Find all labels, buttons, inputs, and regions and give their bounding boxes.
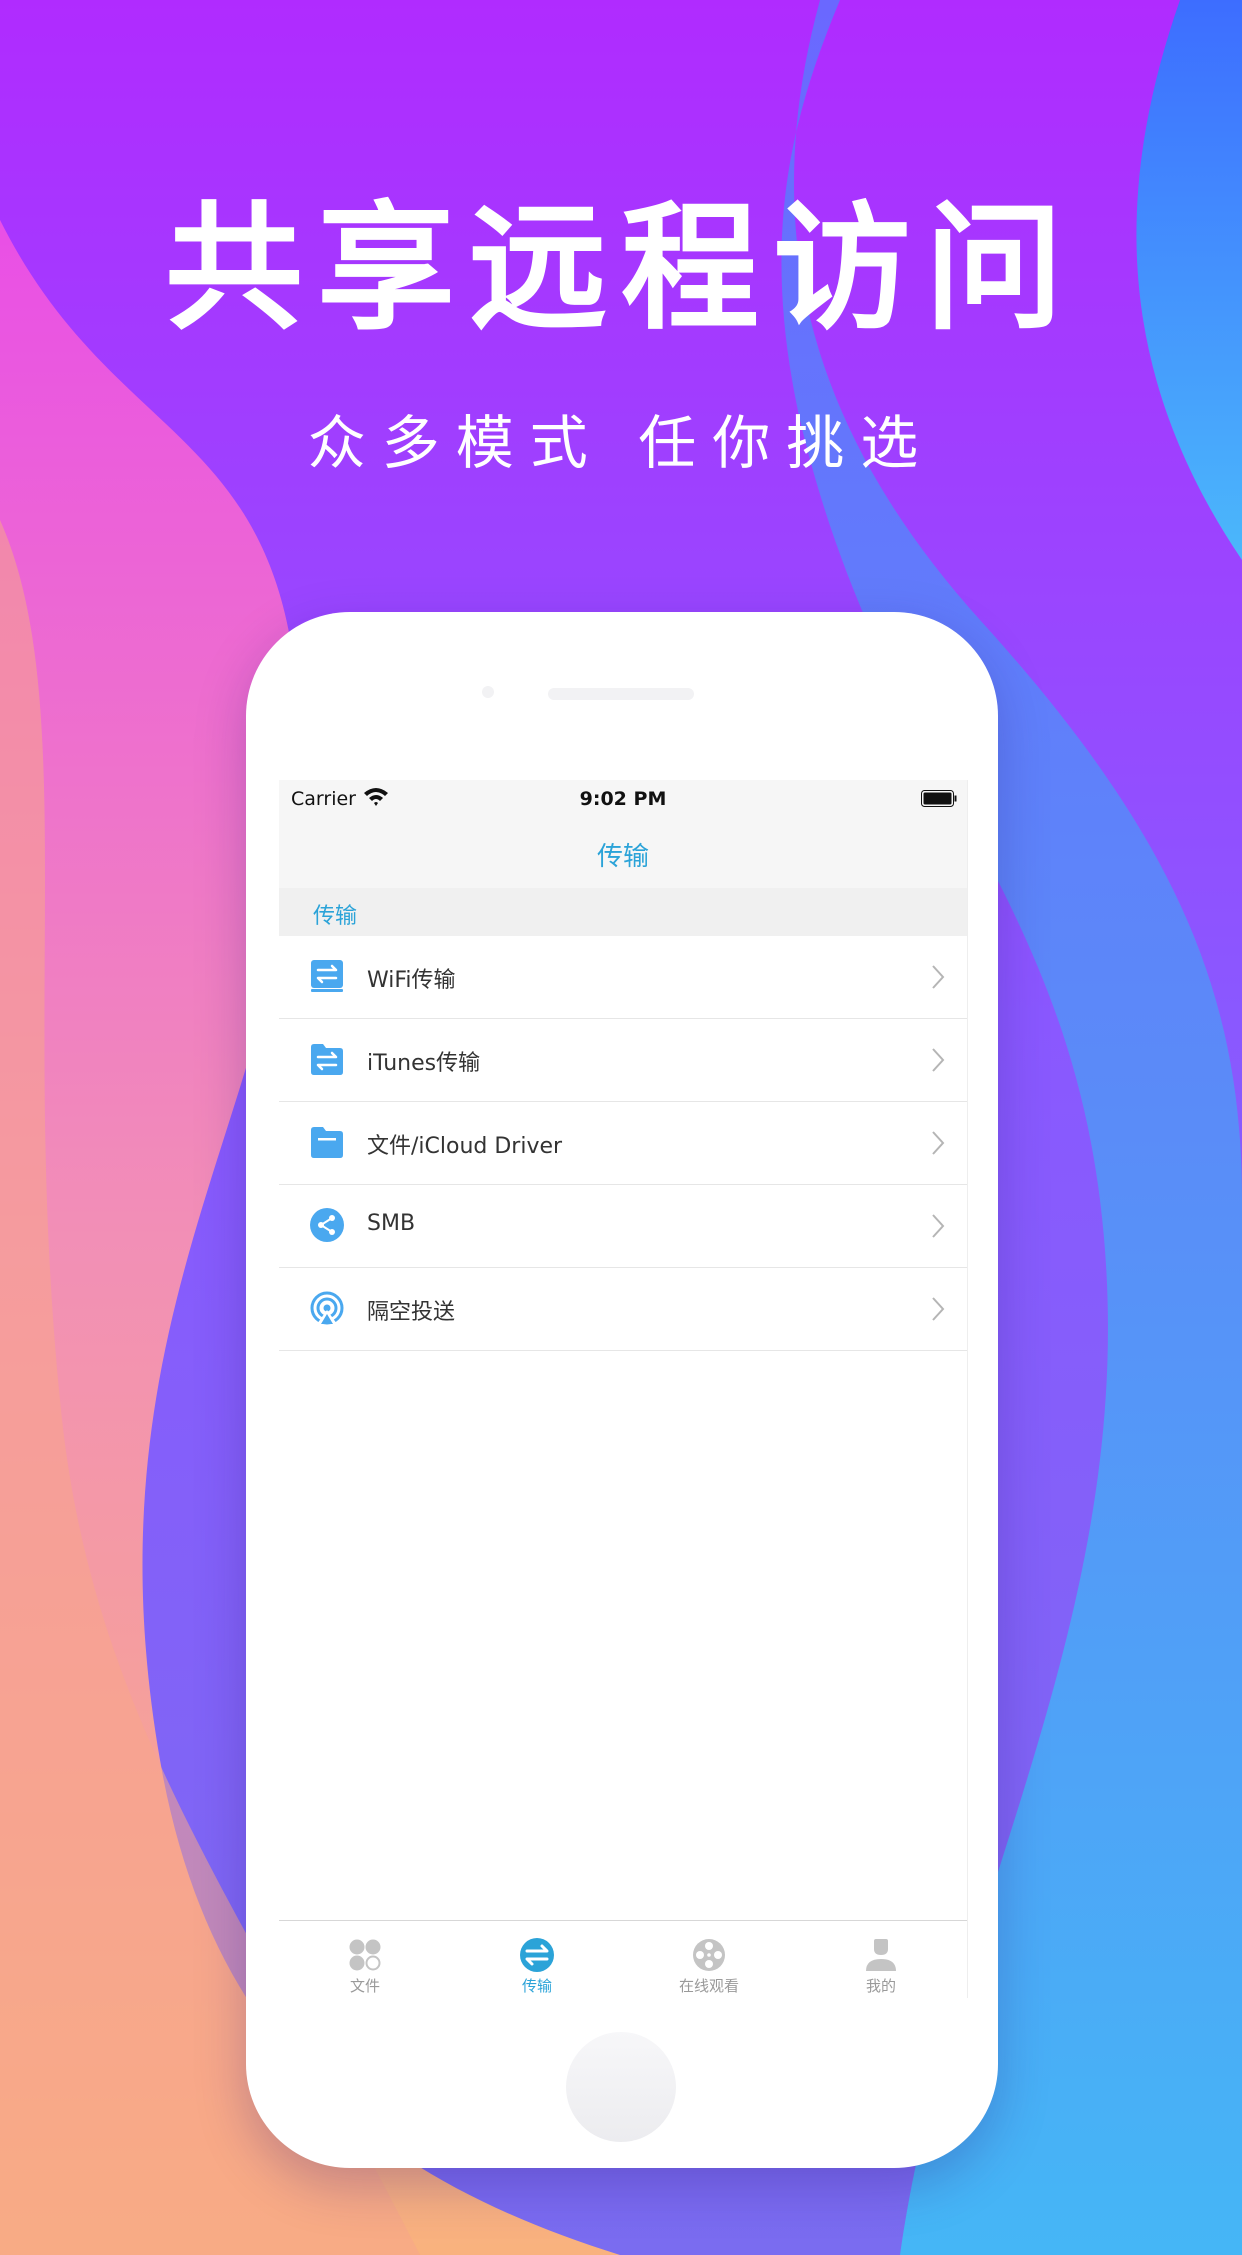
share-icon — [310, 1208, 344, 1242]
chevron-right-icon — [932, 1131, 945, 1155]
files-icon — [349, 1939, 381, 1971]
nav-title: 传输 — [596, 842, 649, 872]
list-item-label: SMB — [367, 1211, 416, 1236]
section-header: 传输 — [279, 888, 967, 936]
headline: 共享远程访问 — [164, 188, 1077, 349]
tab-transfer[interactable]: 传输 — [451, 1921, 623, 1998]
list-item-smb[interactable]: SMB — [279, 1185, 967, 1268]
chevron-right-icon — [932, 1297, 945, 1321]
status-bar: Carrier 9:02 PM — [279, 780, 967, 816]
chevron-right-icon — [932, 1048, 945, 1072]
list-item-label: WiFi传输 — [367, 968, 456, 993]
list-item-label: 隔空投送 — [367, 1300, 456, 1325]
earpiece-speaker — [548, 688, 694, 700]
clock-time: 9:02 PM — [579, 788, 667, 810]
section-header-label: 传输 — [313, 904, 358, 929]
wifi-transfer-icon — [311, 960, 343, 992]
home-button[interactable] — [566, 2032, 676, 2142]
film-reel-icon — [693, 1939, 725, 1971]
camera-dot — [482, 686, 494, 698]
profile-icon — [866, 1939, 896, 1971]
navigation-bar: 传输 — [279, 816, 967, 889]
itunes-transfer-icon — [311, 1044, 343, 1075]
list-item-wifi-transfer[interactable]: WiFi传输 — [279, 936, 967, 1019]
list-item-label: iTunes传输 — [367, 1051, 481, 1076]
chevron-right-icon — [932, 1214, 945, 1238]
subheadline: 众多模式 任你挑选 — [307, 409, 935, 477]
list-item-files-icloud[interactable]: 文件/iCloud Driver — [279, 1102, 967, 1185]
transfer-icon — [520, 1938, 554, 1972]
tab-mine[interactable]: 我的 — [795, 1921, 967, 1998]
list-item-airdrop[interactable]: 隔空投送 — [279, 1268, 967, 1351]
tab-label: 在线观看 — [678, 1977, 739, 1995]
folder-icon — [311, 1127, 343, 1158]
chevron-right-icon — [932, 965, 945, 989]
list-item-itunes-transfer[interactable]: iTunes传输 — [279, 1019, 967, 1102]
tab-bar: 文件 传输 在线观看 我的 — [279, 1920, 967, 1998]
battery-icon — [921, 790, 957, 807]
list-item-label: 文件/iCloud Driver — [367, 1134, 563, 1159]
airdrop-icon — [310, 1291, 344, 1325]
tab-label: 传输 — [521, 1977, 552, 1995]
phone-screen: Carrier 9:02 PM 传输 传输 WiFi传输 iTunes传输 文件… — [279, 780, 968, 1998]
tab-watch-online[interactable]: 在线观看 — [623, 1921, 795, 1998]
transfer-options-list: WiFi传输 iTunes传输 文件/iCloud Driver SMB 隔空投… — [279, 936, 967, 1351]
tab-files[interactable]: 文件 — [279, 1921, 451, 1998]
tab-label: 我的 — [865, 1977, 896, 1995]
tab-label: 文件 — [349, 1977, 380, 1995]
